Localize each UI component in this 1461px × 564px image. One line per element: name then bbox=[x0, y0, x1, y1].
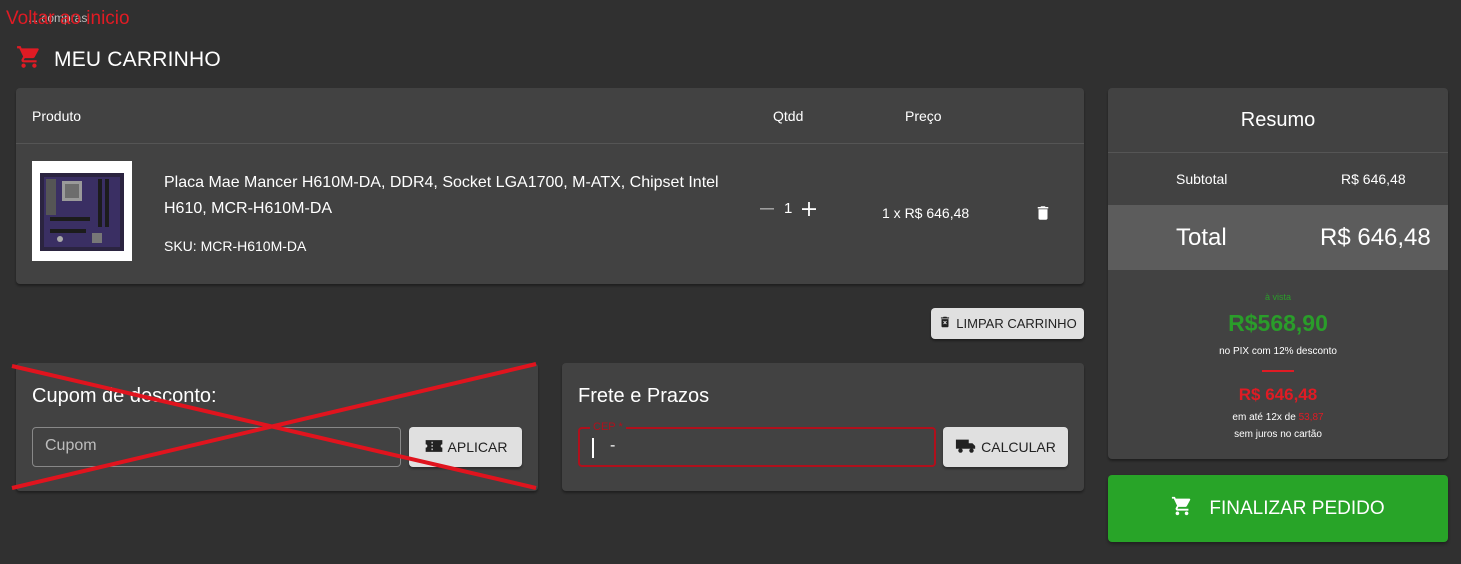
item-price: 1 x R$ 646,48 bbox=[882, 205, 970, 221]
installment-value: 53,87 bbox=[1298, 412, 1324, 423]
truck-icon bbox=[955, 437, 977, 458]
cart-icon bbox=[16, 44, 42, 75]
minus-icon[interactable] bbox=[760, 202, 774, 216]
back-to-home-link[interactable]: Voltar ao inicio bbox=[6, 8, 130, 30]
delete-icon bbox=[938, 314, 952, 333]
delete-icon[interactable] bbox=[1034, 203, 1052, 228]
cart-icon bbox=[1171, 495, 1193, 523]
col-product: Produto bbox=[32, 108, 82, 124]
coupon-title: Cupom de desconto: bbox=[32, 385, 217, 407]
total-label: Total bbox=[1176, 224, 1227, 251]
col-price: Preço bbox=[905, 108, 942, 124]
total-band: Total R$ 646,48 bbox=[1108, 205, 1448, 270]
clear-cart-label: LIMPAR CARRINHO bbox=[956, 316, 1077, 331]
summary-card: Resumo Subtotal R$ 646,48 Total R$ 646,4… bbox=[1108, 88, 1448, 459]
installments-prefix: em até 12x de bbox=[1232, 412, 1296, 423]
cart-item-row: Placa Mae Mancer H610M-DA, DDR4, Socket … bbox=[16, 144, 1084, 284]
product-image bbox=[32, 161, 132, 261]
subtotal-value: R$ 646,48 bbox=[1341, 171, 1406, 187]
no-interest-note: sem juros no cartão bbox=[1234, 429, 1322, 440]
calculate-shipping-button[interactable]: CALCULAR bbox=[943, 427, 1068, 467]
calculate-label: CALCULAR bbox=[981, 439, 1056, 455]
product-sku: SKU: MCR-H610M-DA bbox=[164, 238, 307, 254]
clear-cart-button[interactable]: LIMPAR CARRINHO bbox=[931, 308, 1084, 339]
product-name[interactable]: Placa Mae Mancer H610M-DA, DDR4, Socket … bbox=[164, 170, 724, 222]
quantity-value: 1 bbox=[784, 200, 793, 217]
cep-input[interactable]: CEP * - bbox=[578, 421, 936, 467]
page-title: MEU CARRINHO bbox=[16, 44, 221, 75]
quantity-stepper: 1 bbox=[760, 200, 817, 217]
coupon-input[interactable]: Cupom bbox=[32, 427, 401, 467]
plus-icon[interactable] bbox=[802, 201, 817, 216]
installments-text: em até 12x de 53,87 bbox=[1108, 412, 1448, 423]
total-value: R$ 646,48 bbox=[1320, 224, 1431, 251]
col-qty: Qtdd bbox=[773, 108, 804, 124]
card-price: R$ 646,48 bbox=[1238, 385, 1318, 404]
finalize-order-button[interactable]: FINALIZAR PEDIDO bbox=[1108, 475, 1448, 542]
avista-label: à vista bbox=[1264, 292, 1291, 302]
coupon-card: Cupom de desconto: Cupom APLICAR bbox=[16, 363, 538, 491]
subtotal-label: Subtotal bbox=[1176, 171, 1228, 187]
shipping-card: Frete e Prazos CEP * - CALCULAR bbox=[562, 363, 1084, 491]
apply-coupon-button[interactable]: APLICAR bbox=[409, 427, 522, 467]
summary-title: Resumo bbox=[1240, 109, 1316, 131]
text-cursor bbox=[592, 438, 594, 458]
cart-table-header: Produto Qtdd Preço bbox=[16, 88, 1084, 144]
pix-note: no PIX com 12% desconto bbox=[1219, 346, 1337, 357]
shipping-title: Frete e Prazos bbox=[578, 385, 710, 407]
divider bbox=[1262, 370, 1294, 372]
cep-value: - bbox=[610, 437, 616, 454]
ticket-icon bbox=[424, 438, 444, 457]
breadcrumb: ... compras Voltar ao inicio bbox=[0, 2, 260, 32]
page-title-text: MEU CARRINHO bbox=[54, 47, 221, 71]
divider bbox=[1108, 152, 1448, 153]
cart-table: Produto Qtdd Preço Placa Mae Mancer H610… bbox=[16, 88, 1084, 284]
pix-price: R$568,90 bbox=[1228, 310, 1328, 336]
cep-label: CEP * bbox=[590, 421, 626, 433]
finalize-label: FINALIZAR PEDIDO bbox=[1209, 497, 1385, 519]
apply-label: APLICAR bbox=[447, 439, 508, 455]
